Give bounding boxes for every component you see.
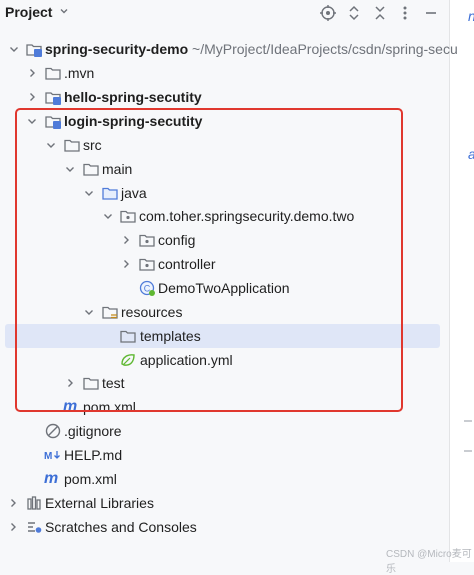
chevron-right-icon[interactable] bbox=[26, 67, 38, 79]
tree-label: pom.xml bbox=[64, 471, 117, 487]
chevron-right-icon[interactable] bbox=[120, 258, 132, 270]
resources-folder-icon bbox=[102, 306, 118, 319]
chevron-down-icon[interactable] bbox=[26, 115, 38, 127]
source-folder-icon bbox=[102, 187, 118, 200]
folder-icon bbox=[83, 163, 99, 176]
tree-row-application-yml[interactable]: application.yml bbox=[0, 348, 449, 372]
chevron-right-icon[interactable] bbox=[7, 521, 19, 533]
module-folder-icon bbox=[45, 92, 61, 105]
collapse-all-icon[interactable] bbox=[371, 4, 389, 22]
maven-icon: m bbox=[63, 398, 78, 415]
strip-mark bbox=[464, 450, 472, 452]
locate-icon[interactable] bbox=[319, 4, 337, 22]
tree-label: .mvn bbox=[64, 65, 95, 81]
chevron-down-icon[interactable] bbox=[83, 187, 95, 199]
tree-label: main bbox=[102, 161, 133, 177]
package-icon bbox=[139, 258, 155, 271]
tree-row-package[interactable]: com.toher.springsecurity.demo.two bbox=[0, 204, 449, 228]
tree-label: pom.xml bbox=[83, 399, 136, 415]
tree-label: resources bbox=[121, 304, 183, 320]
tree-label: com.toher.springsecurity.demo.two bbox=[139, 208, 355, 224]
scratches-icon bbox=[28, 522, 42, 533]
tree-row-src[interactable]: src bbox=[0, 133, 449, 157]
tree-row-templates[interactable]: templates bbox=[5, 324, 440, 348]
tree-row-resources[interactable]: resources bbox=[0, 300, 449, 324]
folder-icon bbox=[120, 330, 136, 343]
tree-label: External Libraries bbox=[45, 495, 154, 511]
expand-all-icon[interactable] bbox=[345, 4, 363, 22]
tree-row-scratches[interactable]: Scratches and Consoles bbox=[0, 515, 449, 539]
chevron-down-icon[interactable] bbox=[102, 210, 114, 222]
spring-class-icon: C bbox=[139, 280, 155, 296]
chevron-right-icon[interactable] bbox=[64, 377, 76, 389]
tree-row-root-pom[interactable]: m pom.xml bbox=[0, 467, 449, 491]
tree-row-config[interactable]: config bbox=[0, 228, 449, 252]
strip-glyph: n bbox=[468, 8, 474, 24]
tree-label: config bbox=[158, 232, 196, 248]
chevron-down-icon[interactable] bbox=[83, 306, 95, 318]
tree-label: hello-spring-secutity bbox=[64, 89, 202, 105]
strip-glyph-secondary: a bbox=[468, 146, 474, 162]
tree-row-java[interactable]: java bbox=[0, 181, 449, 205]
watermark: CSDN @Micro麦可乐 bbox=[386, 549, 472, 575]
package-icon bbox=[120, 210, 136, 223]
tree-label: login-spring-secutity bbox=[64, 113, 203, 129]
tree-row-application-class[interactable]: C DemoTwoApplication bbox=[0, 276, 449, 300]
library-icon bbox=[27, 496, 41, 510]
chevron-right-icon[interactable] bbox=[26, 91, 38, 103]
strip-mark bbox=[464, 420, 472, 422]
chevron-right-icon[interactable] bbox=[7, 497, 19, 509]
module-path: ~/MyProject/IdeaProjects/csdn/spring-sec… bbox=[188, 41, 458, 57]
tree-row-external-libraries[interactable]: External Libraries bbox=[0, 491, 449, 515]
tree-row-root-module[interactable]: spring-security-demo ~/MyProject/IdeaPro… bbox=[0, 37, 458, 61]
chevron-right-icon[interactable] bbox=[120, 234, 132, 246]
tree-row-test[interactable]: test bbox=[0, 371, 449, 395]
editor-edge-strip: n a bbox=[449, 0, 474, 562]
tree-row-gitignore[interactable]: .gitignore bbox=[0, 419, 449, 443]
tree-row-main[interactable]: main bbox=[0, 157, 449, 181]
ignore-file-icon bbox=[45, 423, 61, 439]
folder-icon bbox=[45, 67, 61, 80]
tree-row-login-module[interactable]: login-spring-secutity bbox=[0, 109, 449, 133]
tree-label: java bbox=[121, 185, 147, 201]
tree-row-hello-module[interactable]: hello-spring-secutity bbox=[0, 85, 449, 109]
tree-label: Scratches and Consoles bbox=[45, 519, 197, 535]
tree-row-controller[interactable]: controller bbox=[0, 252, 449, 276]
maven-icon: m bbox=[44, 470, 59, 487]
tree-label: spring-security-demo ~/MyProject/IdeaPro… bbox=[45, 41, 458, 57]
folder-icon bbox=[64, 139, 80, 152]
package-icon bbox=[139, 234, 155, 247]
svg-text:M: M bbox=[44, 451, 52, 462]
chevron-down-icon[interactable] bbox=[64, 163, 76, 175]
project-panel-header: Project bbox=[0, 0, 474, 26]
tree-label: .gitignore bbox=[64, 423, 122, 439]
tree-label: test bbox=[102, 375, 125, 391]
markdown-icon: M bbox=[44, 451, 60, 462]
tree-label: controller bbox=[158, 256, 216, 272]
panel-title[interactable]: Project bbox=[5, 4, 52, 20]
tree-label: templates bbox=[140, 328, 201, 344]
chevron-down-icon[interactable] bbox=[58, 5, 70, 17]
tree-label: application.yml bbox=[140, 352, 233, 368]
module-folder-icon bbox=[26, 44, 42, 57]
tree-label: DemoTwoApplication bbox=[158, 280, 290, 296]
module-folder-icon bbox=[45, 116, 61, 129]
tree-label: src bbox=[83, 137, 102, 153]
tree-row-help-md[interactable]: M HELP.md bbox=[0, 443, 449, 467]
spring-config-icon bbox=[121, 354, 135, 366]
folder-icon bbox=[83, 377, 99, 390]
chevron-down-icon[interactable] bbox=[45, 139, 57, 151]
hide-icon[interactable] bbox=[422, 4, 440, 22]
tree-label: HELP.md bbox=[64, 447, 123, 463]
more-options-icon[interactable] bbox=[396, 4, 414, 22]
tree-row-mvn[interactable]: .mvn bbox=[0, 61, 449, 85]
tree-row-module-pom[interactable]: m pom.xml bbox=[0, 395, 449, 419]
chevron-down-icon[interactable] bbox=[8, 43, 20, 55]
